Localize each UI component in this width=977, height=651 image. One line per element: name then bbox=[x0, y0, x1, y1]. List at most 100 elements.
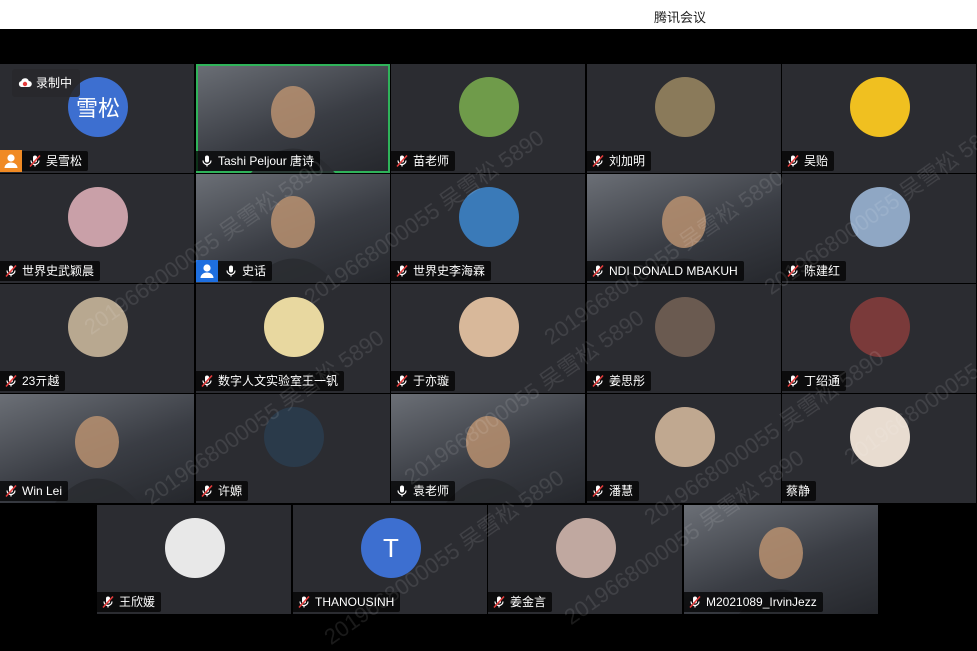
mic-muted-icon bbox=[591, 484, 605, 498]
participant-name: 于亦璇 bbox=[413, 374, 450, 388]
participant-name-label: THANOUSINH bbox=[293, 592, 401, 612]
mic-icon bbox=[224, 264, 238, 278]
host-icon bbox=[0, 149, 22, 172]
avatar-initials: 雪松 bbox=[75, 96, 120, 121]
mic-muted-icon bbox=[28, 154, 42, 168]
participant-tile[interactable]: 于亦璇 bbox=[391, 284, 585, 393]
participant-tile[interactable]: 袁老师 bbox=[391, 394, 585, 503]
participant-name-label: 世界史李海霖 bbox=[391, 261, 492, 281]
participant-avatar bbox=[655, 297, 715, 357]
participant-name: 许嫄 bbox=[218, 484, 243, 498]
participant-avatar bbox=[264, 297, 324, 357]
participant-tile[interactable]: M2021089_IrvinJezz bbox=[684, 505, 878, 614]
participant-name: 姜思彤 bbox=[609, 374, 646, 388]
mic-muted-icon bbox=[101, 595, 115, 609]
participant-name: 苗老师 bbox=[413, 154, 450, 168]
participant-tile[interactable]: 王欣媛 bbox=[97, 505, 291, 614]
participant-name: 丁绍通 bbox=[804, 374, 841, 388]
participant-tile[interactable]: 数字人文实验室王一钒 bbox=[196, 284, 390, 393]
participant-avatar bbox=[556, 518, 616, 578]
participant-avatar bbox=[264, 407, 324, 467]
participant-avatar bbox=[68, 297, 128, 357]
participant-name: 姜金言 bbox=[510, 595, 547, 609]
mic-muted-icon bbox=[4, 484, 18, 498]
mic-muted-icon bbox=[688, 595, 702, 609]
participant-avatar bbox=[655, 407, 715, 467]
mic-muted-icon bbox=[591, 154, 605, 168]
recording-label: 录制中 bbox=[36, 76, 73, 90]
participant-tile[interactable]: T THANOUSINH bbox=[293, 505, 487, 614]
avatar-initials: T bbox=[383, 532, 399, 563]
mic-muted-icon bbox=[591, 264, 605, 278]
mic-muted-icon bbox=[200, 484, 214, 498]
participant-name-label: NDI DONALD MBAKUH bbox=[587, 261, 744, 281]
participant-name: 世界史武颖晨 bbox=[22, 264, 95, 278]
cloud-record-icon bbox=[18, 78, 32, 87]
participant-tile[interactable]: 姜思彤 bbox=[587, 284, 781, 393]
title-bar: 腾讯会议 bbox=[0, 0, 977, 29]
participant-tile[interactable]: 陈建红 bbox=[782, 174, 976, 283]
participant-tile[interactable]: 潘慧 bbox=[587, 394, 781, 503]
participant-name: NDI DONALD MBAKUH bbox=[609, 264, 738, 278]
participant-tile[interactable]: 刘加明 bbox=[587, 64, 781, 173]
participant-name: 23亓越 bbox=[22, 374, 60, 388]
participant-tile[interactable]: 世界史武颖晨 bbox=[0, 174, 194, 283]
participant-name-label: 于亦璇 bbox=[391, 371, 456, 391]
participant-name-label: 苗老师 bbox=[391, 151, 456, 171]
participant-name: 数字人文实验室王一钒 bbox=[218, 374, 339, 388]
participant-name: 陈建红 bbox=[804, 264, 841, 278]
participant-tile[interactable]: 丁绍通 bbox=[782, 284, 976, 393]
mic-muted-icon bbox=[395, 154, 409, 168]
mic-muted-icon bbox=[4, 264, 18, 278]
participant-name: 吴雪松 bbox=[46, 154, 83, 168]
participant-name: 世界史李海霖 bbox=[413, 264, 486, 278]
mic-muted-icon bbox=[200, 374, 214, 388]
mic-muted-icon bbox=[786, 374, 800, 388]
participant-name: 史话 bbox=[242, 264, 267, 278]
participant-tile[interactable]: 世界史李海霖 bbox=[391, 174, 585, 283]
participant-name: 刘加明 bbox=[609, 154, 646, 168]
participant-name-label: 吴雪松 bbox=[0, 149, 89, 172]
window-title: 腾讯会议 bbox=[654, 10, 707, 25]
participant-name-label: Tashi Peljour 唐诗 bbox=[196, 151, 321, 171]
participant-avatar bbox=[459, 297, 519, 357]
participant-name-label: M2021089_IrvinJezz bbox=[684, 592, 823, 612]
participant-tile[interactable]: 史话 bbox=[196, 174, 390, 283]
participant-tile[interactable]: NDI DONALD MBAKUH bbox=[587, 174, 781, 283]
mic-icon bbox=[395, 484, 409, 498]
participant-name-label: 王欣媛 bbox=[97, 592, 162, 612]
mic-muted-icon bbox=[395, 374, 409, 388]
participant-tile[interactable]: Win Lei bbox=[0, 394, 194, 503]
mic-muted-icon bbox=[786, 264, 800, 278]
participant-name: Win Lei bbox=[22, 484, 63, 498]
participant-avatar bbox=[68, 187, 128, 247]
mic-muted-icon bbox=[4, 374, 18, 388]
participant-name-label: Win Lei bbox=[0, 481, 69, 501]
participant-tile[interactable]: 吴贻 bbox=[782, 64, 976, 173]
participant-tile[interactable]: 苗老师 bbox=[391, 64, 585, 173]
participant-tile[interactable]: 许嫄 bbox=[196, 394, 390, 503]
participant-name: M2021089_IrvinJezz bbox=[706, 595, 817, 609]
participant-name-label: 姜思彤 bbox=[587, 371, 652, 391]
participant-name-label: 蔡静 bbox=[782, 481, 817, 501]
participant-name-label: 吴贻 bbox=[782, 151, 835, 171]
participant-name: 蔡静 bbox=[786, 484, 811, 498]
participant-tile[interactable]: Tashi Peljour 唐诗 bbox=[196, 64, 390, 173]
participant-tile[interactable]: 姜金言 bbox=[488, 505, 682, 614]
recording-indicator[interactable]: 录制中 bbox=[12, 69, 81, 97]
participant-name: THANOUSINH bbox=[315, 595, 395, 609]
mic-muted-icon bbox=[395, 264, 409, 278]
participant-name-label: 世界史武颖晨 bbox=[0, 261, 101, 281]
participant-tile[interactable]: 23亓越 bbox=[0, 284, 194, 393]
participant-name-label: 袁老师 bbox=[391, 481, 456, 501]
participant-name-label: 陈建红 bbox=[782, 261, 847, 281]
participant-name: Tashi Peljour 唐诗 bbox=[218, 154, 315, 168]
participant-avatar bbox=[165, 518, 225, 578]
cohost-icon bbox=[196, 259, 218, 282]
participant-avatar bbox=[850, 297, 910, 357]
participant-avatar bbox=[459, 77, 519, 137]
participant-avatar bbox=[459, 187, 519, 247]
participant-tile[interactable]: 蔡静 bbox=[782, 394, 976, 503]
mic-muted-icon bbox=[297, 595, 311, 609]
participant-name: 潘慧 bbox=[609, 484, 634, 498]
